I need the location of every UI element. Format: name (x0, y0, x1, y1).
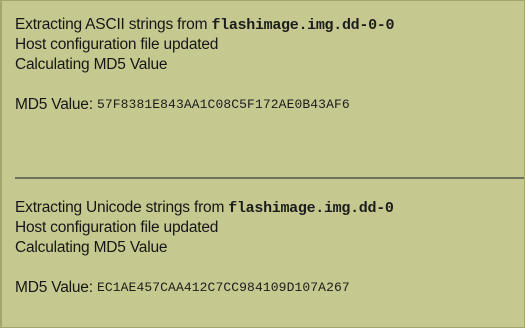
file-name: flashimage.img.dd-0 (228, 200, 394, 217)
log-output-panel[interactable]: Extracting ASCII strings from flashimage… (0, 0, 525, 328)
md5-line: MD5 Value: 57F8381E843AA1C08C5F172AE0B43… (15, 95, 524, 115)
host-config-line: Host configuration file updated (15, 219, 219, 236)
extract-label: Extracting Unicode strings from (15, 199, 229, 216)
host-config-line: Host configuration file updated (15, 36, 219, 53)
md5-label: MD5 Value: (15, 279, 97, 296)
extract-line: Extracting Unicode strings from flashima… (15, 198, 524, 218)
md5-value: 57F8381E843AA1C08C5F172AE0B43AF6 (96, 97, 350, 112)
ascii-extraction-log: Extracting ASCII strings from flashimage… (15, 15, 524, 115)
separator-line (15, 177, 524, 179)
file-name: flashimage.img.dd-0-0 (211, 17, 395, 34)
calculating-line: Calculating MD5 Value (15, 56, 168, 73)
extract-label: Extracting ASCII strings from (15, 16, 212, 33)
md5-value: EC1AE457CAA412C7CC984109D107A267 (96, 280, 350, 295)
calculating-line: Calculating MD5 Value (15, 239, 168, 256)
unicode-extraction-log: Extracting Unicode strings from flashima… (15, 198, 524, 298)
extract-line: Extracting ASCII strings from flashimage… (15, 15, 524, 35)
md5-label: MD5 Value: (15, 96, 97, 113)
md5-line: MD5 Value: EC1AE457CAA412C7CC984109D107A… (15, 278, 524, 298)
